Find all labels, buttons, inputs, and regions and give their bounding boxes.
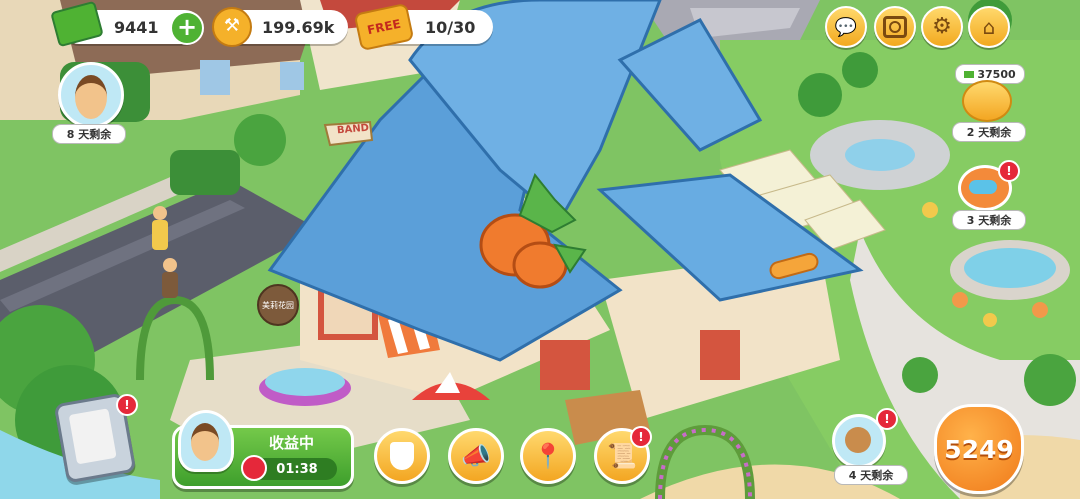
score-value: 5249: [944, 434, 1014, 464]
home-button[interactable]: ⌂: [968, 6, 1010, 48]
piggy-timer: 2 天剩余: [952, 122, 1026, 142]
character-avatar: [75, 75, 107, 119]
tasks-alert-badge: !: [116, 394, 138, 416]
squirrel-avatar: [845, 427, 871, 453]
map-button[interactable]: 📍: [520, 428, 576, 484]
free-label: FREE: [365, 16, 403, 38]
manager-avatar: [191, 423, 219, 461]
settings-button[interactable]: ⚙: [921, 6, 963, 48]
gear-icon: ⚙: [932, 14, 952, 39]
diving-timer: 3 天剩余: [952, 210, 1026, 230]
event-character-portrait[interactable]: [58, 62, 124, 128]
chat-button[interactable]: 💬: [825, 6, 867, 48]
score-badge[interactable]: 5249: [934, 404, 1024, 494]
manager-portrait: [178, 410, 234, 472]
earnings-timer: 01:38: [276, 461, 318, 477]
piggy-amount-value: 37500: [977, 67, 1016, 81]
add-icon[interactable]: +: [170, 11, 204, 45]
cash-counter[interactable]: 9441 +: [50, 0, 204, 48]
camera-button[interactable]: [874, 6, 916, 48]
stopwatch-icon: [241, 455, 267, 481]
squirrel-alert-badge: !: [876, 408, 898, 430]
earnings-label: 收益中: [269, 434, 315, 452]
cash-small-icon: [964, 70, 975, 78]
diving-alert-badge: !: [998, 160, 1020, 182]
scroll-icon: 📜: [607, 442, 637, 470]
announce-button[interactable]: 📣: [448, 428, 504, 484]
clipboard-icon: [68, 408, 117, 465]
chat-icon: 💬: [834, 16, 858, 38]
staff-button[interactable]: [374, 428, 430, 484]
free-progress: 10/30: [425, 17, 476, 37]
shield-icon: [390, 442, 414, 470]
megaphone-icon: 📣: [461, 442, 491, 470]
game-scene: [0, 0, 1080, 499]
earnings-timer-box: 01:38: [241, 455, 337, 481]
cash-value: 9441: [114, 17, 159, 37]
piggy-bank-icon[interactable]: [962, 80, 1012, 122]
map-pin-icon: 📍: [533, 442, 563, 470]
camera-icon: [883, 16, 907, 38]
garden-sign: 美莉花园: [262, 301, 294, 310]
coins-value: 199.69k: [262, 17, 335, 37]
hammer-coin-icon: ⚒: [212, 7, 252, 47]
free-counter[interactable]: FREE 10/30: [353, 2, 493, 52]
squirrel-timer: 4 天剩余: [834, 465, 908, 485]
quest-alert-badge: !: [630, 426, 652, 448]
home-icon: ⌂: [982, 15, 996, 39]
coins-counter[interactable]: ⚒ 199.69k: [212, 7, 348, 47]
event-timer-8d: 8 天剩余: [52, 124, 126, 144]
